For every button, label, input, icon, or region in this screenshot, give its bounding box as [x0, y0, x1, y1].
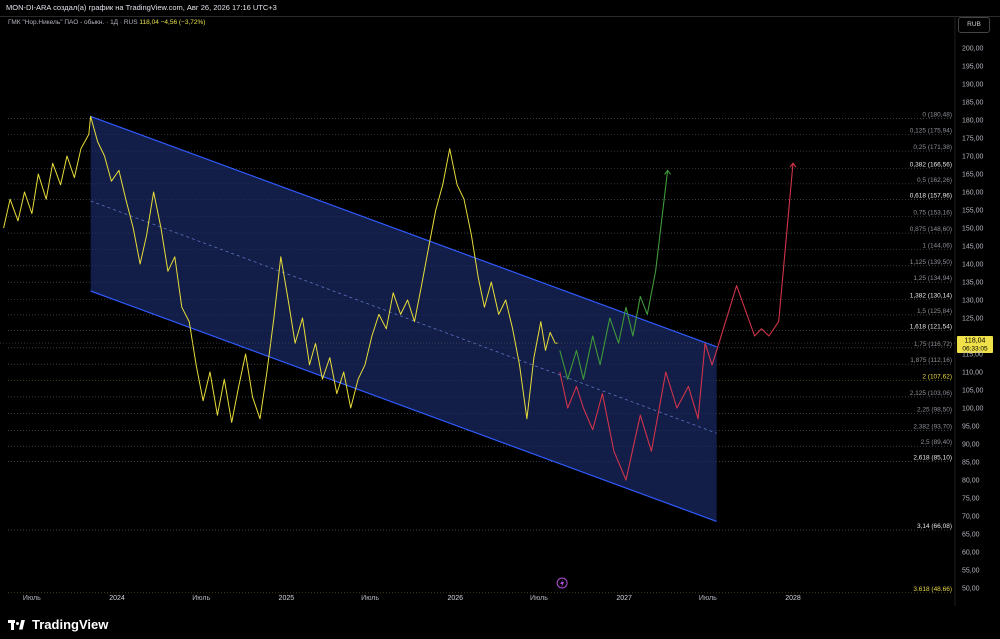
y-tick-label: 105,00 — [962, 388, 984, 395]
fib-level-label: 0,382 (166,56) — [910, 161, 952, 168]
fib-level-label: 2,125 (103,06) — [910, 390, 952, 397]
fib-level-label: 0,5 (162,26) — [917, 177, 952, 184]
fib-level-label: 0,875 (148,60) — [910, 226, 952, 233]
y-tick-label: 55,00 — [962, 568, 980, 575]
x-tick-label: Июль — [530, 595, 548, 602]
fib-level-label: 2,618 (85,10) — [913, 455, 952, 462]
fib-level-label: 1,125 (139,50) — [910, 259, 952, 266]
y-tick-label: 80,00 — [962, 478, 980, 485]
y-tick-label: 85,00 — [962, 460, 980, 467]
y-tick-label: 165,00 — [962, 172, 984, 179]
x-tick-label: Июль — [699, 595, 717, 602]
y-tick-label: 140,00 — [962, 262, 984, 269]
x-tick-label: 2027 — [616, 595, 632, 602]
tradingview-mark-icon — [8, 619, 26, 630]
fib-level-label: 2,25 (98,50) — [917, 406, 952, 413]
y-tick-label: 60,00 — [962, 550, 980, 557]
fib-level-label: 3.618 (48.66) — [913, 586, 952, 593]
y-tick-label: 195,00 — [962, 64, 984, 71]
x-tick-label: Июль — [361, 595, 379, 602]
y-tick-label: 135,00 — [962, 280, 984, 287]
fib-level-label: 1,75 (116,72) — [914, 341, 952, 348]
y-tick-label: 155,00 — [962, 208, 984, 215]
fib-level-label: 2,5 (89,40) — [921, 439, 952, 446]
price-chart[interactable]: 0 (180,48) 0,125 (175,94) 0,25 (171,38) 0,3… — [0, 0, 1000, 606]
current-price-value: 118,04 — [965, 338, 986, 345]
fib-level-label: 1,618 (121,54) — [910, 323, 952, 330]
y-tick-label: 70,00 — [962, 514, 980, 521]
y-tick-label: 150,00 — [962, 226, 984, 233]
fib-level-label: 1,5 (125,84) — [917, 308, 952, 315]
y-tick-label: 90,00 — [962, 442, 980, 449]
x-tick-label: 2026 — [447, 595, 463, 602]
fib-level-label: 1,25 (134,94) — [913, 275, 952, 282]
y-tick-label: 180,00 — [962, 118, 984, 125]
footer — [0, 606, 1000, 639]
x-tick-label: 2028 — [785, 595, 801, 602]
y-tick-label: 200,00 — [962, 46, 984, 53]
y-tick-label: 95,00 — [962, 424, 980, 431]
fib-level-label: 1,875 (112,16) — [910, 357, 952, 364]
tradingview-logo[interactable]: TradingView — [8, 617, 108, 632]
fib-level-label: 0,75 (153,16) — [913, 210, 952, 217]
y-tick-label: 115,00 — [962, 352, 983, 359]
brand-name: TradingView — [32, 617, 109, 632]
fib-level-label: 1 (144,06) — [922, 242, 952, 249]
fib-level-label: 0,125 (175,94) — [910, 128, 952, 135]
fib-level-label: 1,382 (130,14) — [910, 292, 952, 299]
x-tick-label: Июль — [23, 595, 41, 602]
fib-level-label: 2,382 (93,70) — [913, 424, 952, 431]
fib-level-label: 3,14 (66,08) — [917, 523, 952, 530]
y-tick-label: 160,00 — [962, 190, 984, 197]
x-tick-label: 2025 — [279, 595, 295, 602]
y-tick-label: 185,00 — [962, 100, 984, 107]
y-tick-label: 175,00 — [962, 136, 984, 143]
fib-level-label: 0,25 (171,38) — [913, 144, 952, 151]
y-tick-label: 65,00 — [962, 532, 980, 539]
fib-level-label: 2 (107,62) — [922, 374, 952, 381]
y-tick-label: 110,00 — [962, 370, 983, 377]
y-tick-label: 125,00 — [962, 316, 984, 323]
y-tick-label: 190,00 — [962, 82, 984, 89]
y-tick-label: 145,00 — [962, 244, 984, 251]
y-tick-label: 100,00 — [962, 406, 984, 413]
x-tick-label: Июль — [192, 595, 210, 602]
fib-level-label: 0,618 (157,96) — [910, 192, 952, 199]
regression-channel-fill — [90, 116, 717, 522]
y-tick-label: 75,00 — [962, 496, 980, 503]
x-tick-label: 2024 — [109, 595, 125, 602]
fib-level-label: 0 (180,48) — [922, 111, 952, 118]
y-tick-label: 50,00 — [962, 586, 980, 593]
y-tick-label: 130,00 — [962, 298, 984, 305]
y-tick-label: 170,00 — [962, 154, 984, 161]
